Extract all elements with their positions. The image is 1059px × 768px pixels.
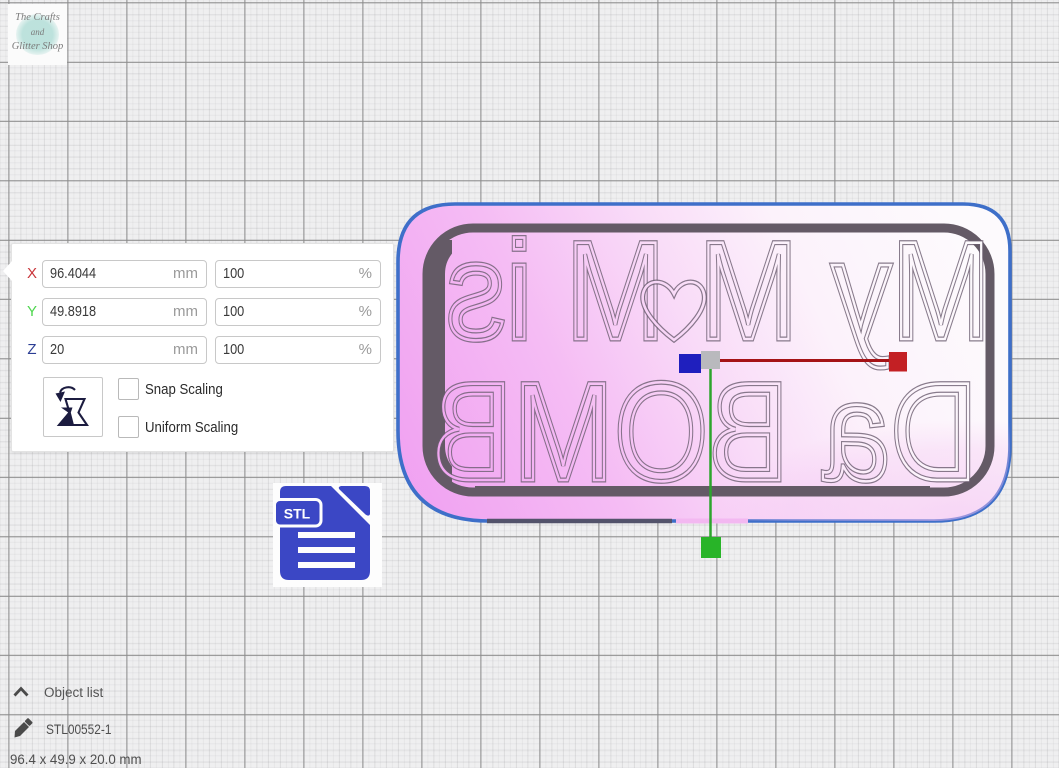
svg-text:My M M is: My M M is	[446, 212, 991, 369]
svg-text:STL: STL	[284, 506, 311, 522]
svg-text:Da BOMB: Da BOMB	[432, 353, 978, 510]
